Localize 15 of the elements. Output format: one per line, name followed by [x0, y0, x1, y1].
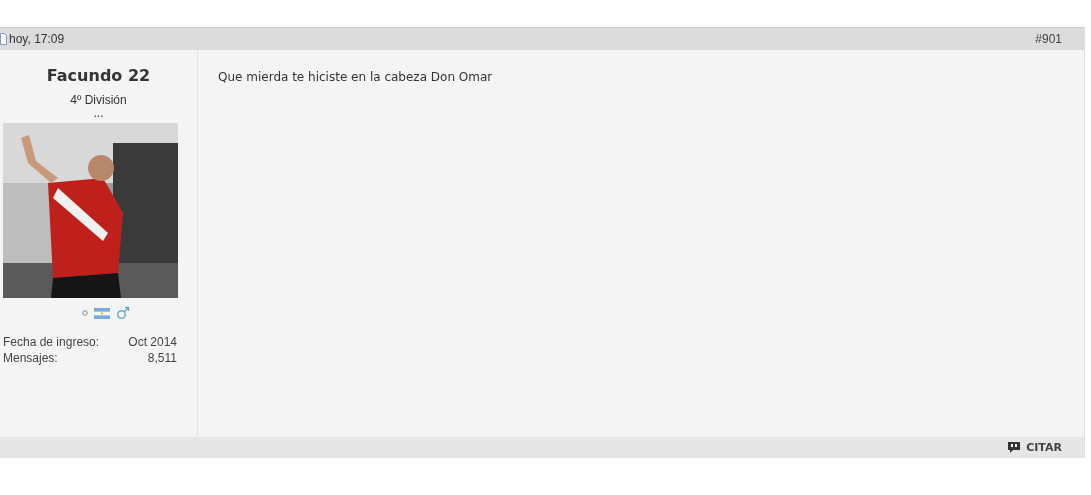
male-symbol-icon [115, 306, 130, 320]
post-message: Que mierda te hiciste en la cabeza Don Omar [218, 70, 494, 84]
document-icon [0, 33, 7, 45]
stat-label: Mensajes: [3, 350, 58, 366]
speech-bubble-icon [1007, 441, 1022, 454]
user-title: ... [93, 107, 104, 119]
stat-value: 8,511 [147, 350, 177, 366]
user-rank: 4º División [70, 93, 127, 107]
stat-label: Fecha de ingreso: [3, 334, 100, 350]
post-date: hoy, 17:09 [9, 32, 65, 46]
username-link[interactable]: Facundo 22 [46, 66, 151, 85]
stat-value: Oct 2014 [128, 334, 177, 350]
flag-icon [93, 307, 110, 319]
post-number-link[interactable]: #901 [1035, 32, 1062, 46]
quote-button[interactable]: CITAR [1007, 441, 1062, 454]
